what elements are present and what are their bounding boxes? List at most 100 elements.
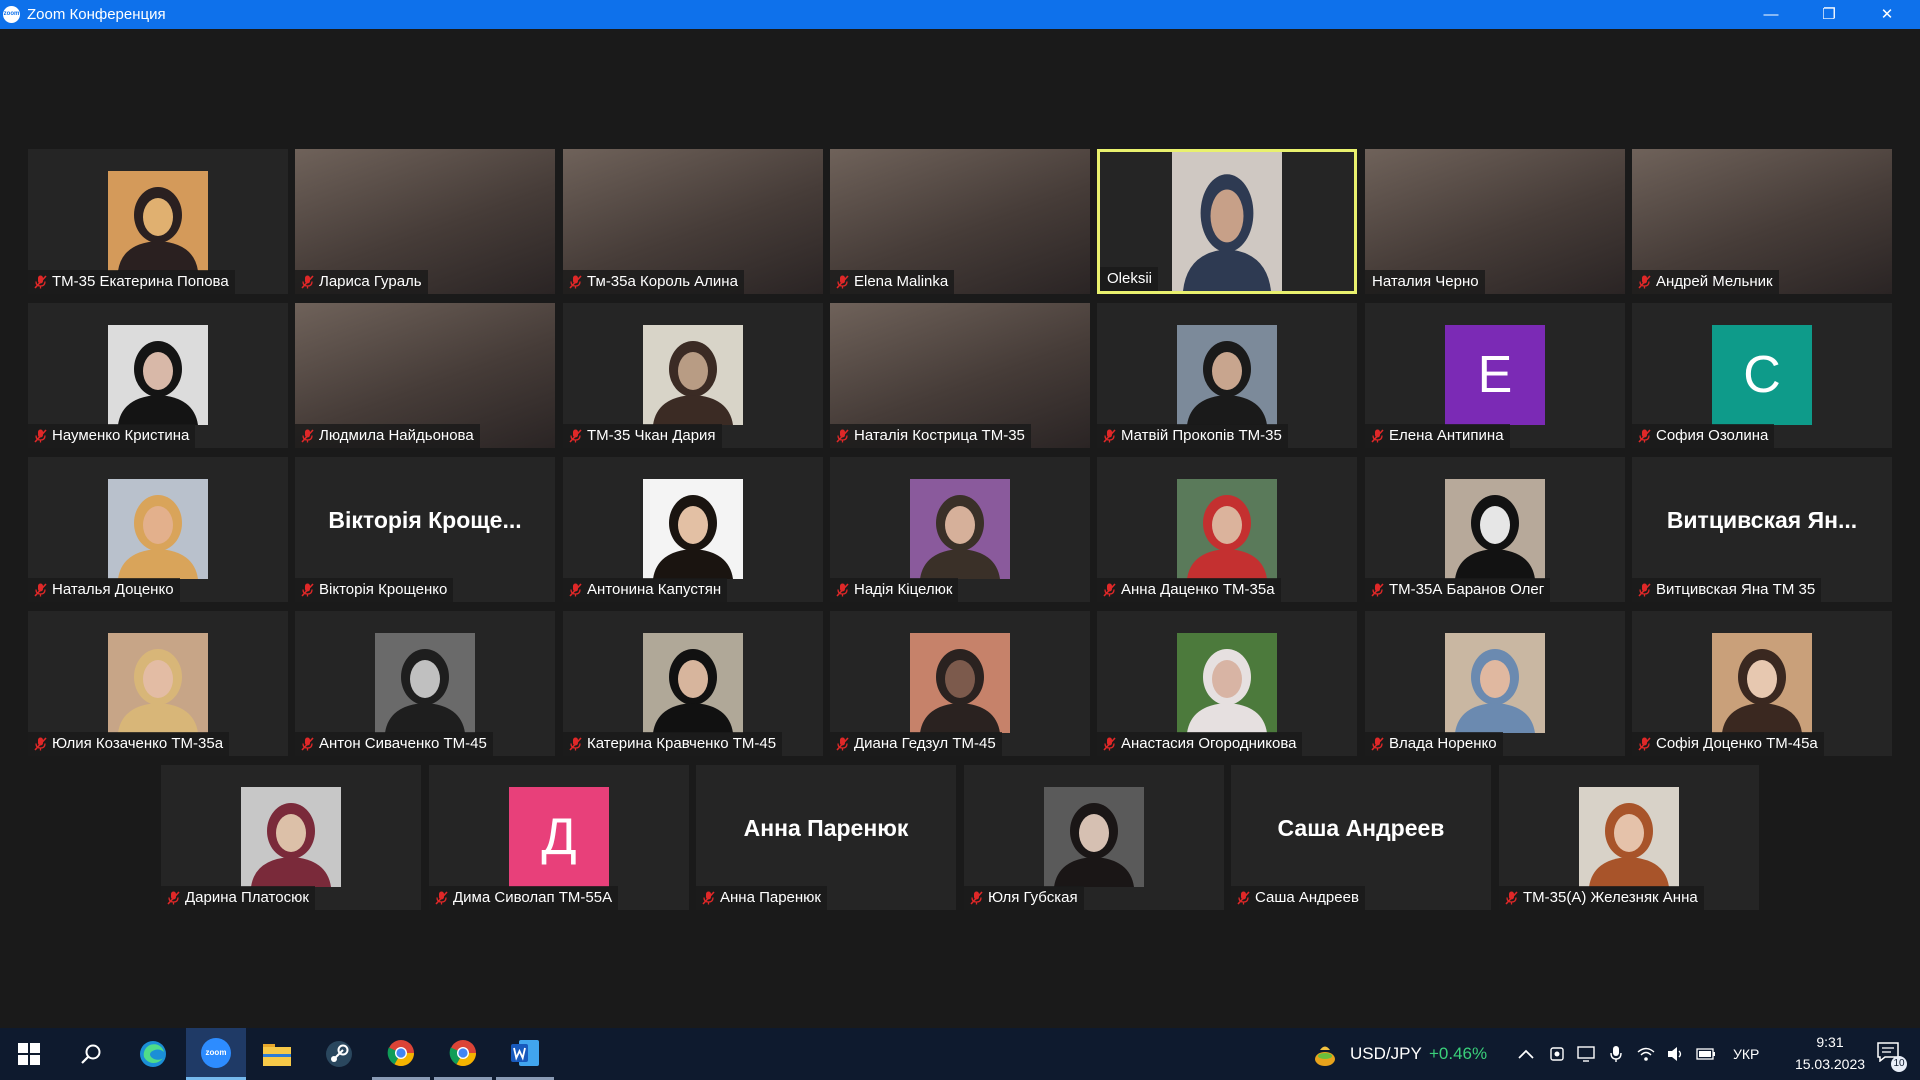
participant-tile[interactable]: Людмила Найдьонова: [295, 303, 555, 448]
participant-tile[interactable]: Elena Malinka: [830, 149, 1090, 294]
participant-tile[interactable]: C София Озолина: [1632, 303, 1892, 448]
participant-name: Витцивская Яна ТМ 35: [1656, 581, 1816, 598]
participant-name: Науменко Кристина: [52, 427, 190, 444]
participant-name: Elena Malinka: [854, 273, 949, 290]
clock-date[interactable]: 15.03.2023: [1788, 1056, 1872, 1072]
participant-tile[interactable]: Диана Гедзул ТМ-45: [830, 611, 1090, 756]
participant-tile[interactable]: Д Дима Сиволап ТМ-55А: [429, 765, 689, 910]
word-taskbar-button[interactable]: [496, 1028, 554, 1080]
chrome-taskbar-button[interactable]: [372, 1028, 430, 1080]
notification-badge: 10: [1891, 1056, 1907, 1072]
tray-volume-icon[interactable]: [1664, 1028, 1688, 1080]
muted-mic-icon: [702, 891, 715, 905]
participant-tile[interactable]: Лариса Гураль: [295, 149, 555, 294]
participant-tile[interactable]: Наталья Доценко: [28, 457, 288, 602]
participant-tile[interactable]: ТМ-35А Баранов Олег: [1365, 457, 1625, 602]
start-button[interactable]: [0, 1028, 58, 1080]
muted-mic-icon: [1371, 737, 1384, 751]
minimize-button[interactable]: —: [1742, 0, 1800, 29]
participant-tile[interactable]: Катерина Кравченко ТМ-45: [563, 611, 823, 756]
participant-name-label: Юлия Козаченко ТМ-35а: [28, 732, 230, 756]
participant-name: Матвій Прокопів ТМ-35: [1121, 427, 1282, 444]
participant-tile[interactable]: Дарина Платосюк: [161, 765, 421, 910]
muted-mic-icon: [301, 583, 314, 597]
notifications-button[interactable]: 10: [1866, 1028, 1912, 1080]
tray-battery-icon[interactable]: [1694, 1028, 1718, 1080]
muted-mic-icon: [167, 891, 180, 905]
search-button[interactable]: [62, 1028, 120, 1080]
participant-tile[interactable]: Юля Губская: [964, 765, 1224, 910]
chrome-profile-taskbar-button[interactable]: [434, 1028, 492, 1080]
muted-mic-icon: [1237, 891, 1250, 905]
participant-tile[interactable]: ТМ-35 Екатерина Попова: [28, 149, 288, 294]
tray-device-icon[interactable]: [1545, 1028, 1569, 1080]
participant-video: [643, 479, 743, 579]
participant-tile[interactable]: Наталия Черно: [1365, 149, 1625, 294]
file-explorer-taskbar-button[interactable]: [248, 1028, 306, 1080]
participant-name: ТМ-35А Баранов Олег: [1389, 581, 1545, 598]
muted-mic-icon: [836, 429, 849, 443]
input-language[interactable]: УКР: [1733, 1028, 1759, 1080]
participant-name: Анна Даценко ТМ-35а: [1121, 581, 1275, 598]
participant-name-label: Витцивская Яна ТМ 35: [1632, 578, 1822, 602]
participant-tile[interactable]: Oleksii: [1097, 149, 1357, 294]
participant-tile[interactable]: Вікторія Кроще... Вікторія Крощенко: [295, 457, 555, 602]
muted-mic-icon: [1103, 429, 1116, 443]
zoom-taskbar-button[interactable]: zoom: [186, 1028, 246, 1080]
participant-tile[interactable]: Наталія Кострица ТМ-35: [830, 303, 1090, 448]
participant-name: Софія Доценко ТМ-45а: [1656, 735, 1818, 752]
steam-taskbar-button[interactable]: [310, 1028, 368, 1080]
currency-pair[interactable]: USD/JPY: [1350, 1028, 1422, 1080]
participant-tile[interactable]: E Елена Антипина: [1365, 303, 1625, 448]
participant-avatar: Д: [509, 787, 609, 887]
participant-tile[interactable]: ТМ-35(А) Железняк Анна: [1499, 765, 1759, 910]
edge-taskbar-button[interactable]: [124, 1028, 182, 1080]
participant-tile[interactable]: Тм-35а Король Алина: [563, 149, 823, 294]
participant-tile[interactable]: Юлия Козаченко ТМ-35а: [28, 611, 288, 756]
participant-tile[interactable]: Анна Паренюк Анна Паренюк: [696, 765, 956, 910]
microphone-icon: [1610, 1046, 1622, 1062]
participant-video: [1445, 479, 1545, 579]
participant-name-label: Матвій Прокопів ТМ-35: [1097, 424, 1288, 448]
participant-tile[interactable]: Антонина Капустян: [563, 457, 823, 602]
participant-tile[interactable]: ТМ-35 Чкан Дария: [563, 303, 823, 448]
currency-change[interactable]: +0.46%: [1429, 1028, 1487, 1080]
participant-name-label: Лариса Гураль: [295, 270, 428, 294]
muted-mic-icon: [836, 583, 849, 597]
participant-tile[interactable]: Матвій Прокопів ТМ-35: [1097, 303, 1357, 448]
muted-mic-icon: [970, 891, 983, 905]
participant-display-name: Витцивская Ян...: [1666, 507, 1858, 533]
show-hidden-icons-button[interactable]: [1515, 1028, 1537, 1080]
wifi-icon: [1637, 1047, 1655, 1061]
tray-microphone-icon[interactable]: [1604, 1028, 1628, 1080]
participant-tile[interactable]: Влада Норенко: [1365, 611, 1625, 756]
close-button[interactable]: ✕: [1858, 0, 1916, 29]
participant-tile[interactable]: Анна Даценко ТМ-35а: [1097, 457, 1357, 602]
clock-time[interactable]: 9:31: [1788, 1034, 1872, 1050]
participant-name-label: Elena Malinka: [830, 270, 955, 294]
participant-tile[interactable]: Софія Доценко ТМ-45а: [1632, 611, 1892, 756]
currency-widget-icon[interactable]: [1308, 1028, 1342, 1080]
participant-name: Надія Кіцелюк: [854, 581, 953, 598]
participant-tile[interactable]: Анастасия Огородникова: [1097, 611, 1357, 756]
participant-tile[interactable]: Андрей Мельник: [1632, 149, 1892, 294]
tray-wifi-icon[interactable]: [1634, 1028, 1658, 1080]
tray-screen-icon[interactable]: [1574, 1028, 1598, 1080]
money-bag-icon: [1315, 1046, 1335, 1066]
participant-tile[interactable]: Антон Сиваченко ТМ-45: [295, 611, 555, 756]
muted-mic-icon: [301, 429, 314, 443]
participant-tile[interactable]: Науменко Кристина: [28, 303, 288, 448]
participant-video: [910, 633, 1010, 733]
participant-name-label: Антонина Капустян: [563, 578, 728, 602]
folder-icon: [263, 1044, 291, 1066]
participant-name: ТМ-35 Екатерина Попова: [52, 273, 229, 290]
participant-video: [108, 479, 208, 579]
participant-name-label: Oleksii: [1100, 267, 1159, 291]
participant-tile[interactable]: Надія Кіцелюк: [830, 457, 1090, 602]
gallery-view: ТМ-35 Екатерина Попова Лариса Гураль Тм-35…: [0, 29, 1920, 1028]
participant-tile[interactable]: Саша Андреев Саша Андреев: [1231, 765, 1491, 910]
muted-mic-icon: [435, 891, 448, 905]
participant-video: [375, 633, 475, 733]
participant-tile[interactable]: Витцивская Ян... Витцивская Яна ТМ 35: [1632, 457, 1892, 602]
restore-button[interactable]: ❐: [1800, 0, 1858, 29]
